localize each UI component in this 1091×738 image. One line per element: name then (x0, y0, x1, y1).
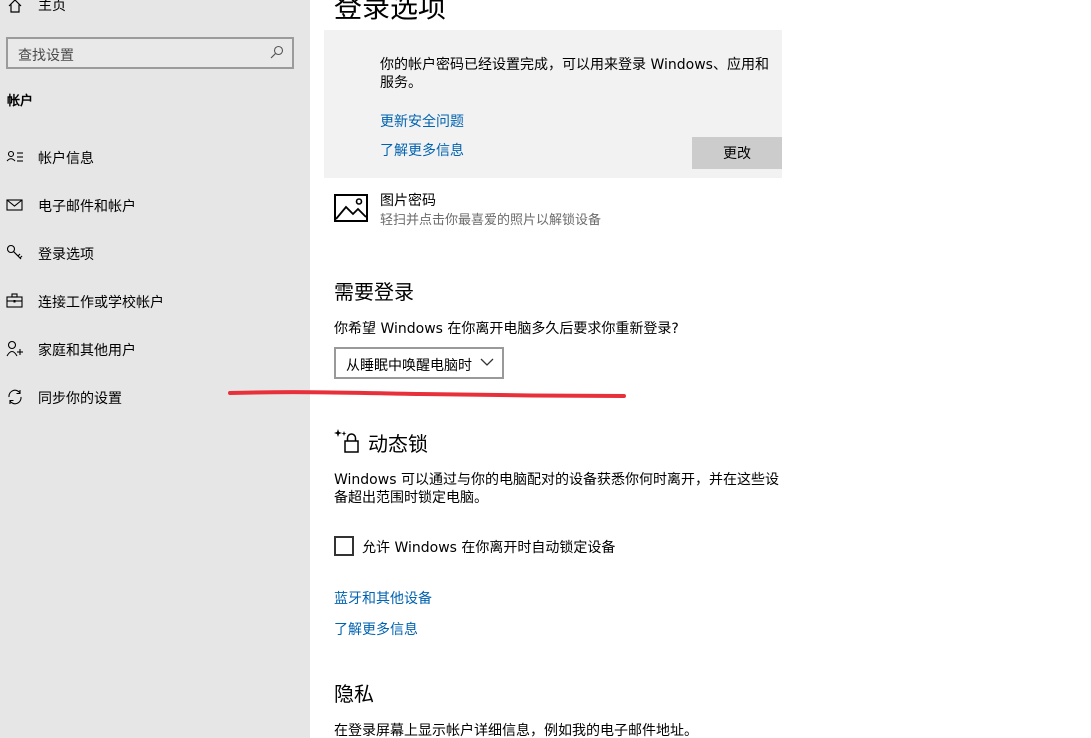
learn-more-link[interactable]: 了解更多信息 (380, 140, 464, 160)
sidebar-item-email[interactable]: 电子邮件和帐户 (0, 185, 310, 225)
sidebar-item-label: 同步你的设置 (38, 391, 122, 407)
password-panel: 你的帐户密码已经设置完成，可以用来登录 Windows、应用和服务。 更新安全问… (324, 30, 782, 178)
sidebar-item-signin-options[interactable]: 登录选项 (0, 233, 310, 273)
sync-icon (8, 389, 22, 405)
dynamic-lock-description: Windows 可以通过与你的电脑配对的设备获悉你何时离开，并在这些设备超出范围… (334, 472, 779, 506)
main-content: 登录选项 你的帐户密码已经设置完成，可以用来登录 Windows、应用和服务。 … (310, 0, 1091, 738)
sidebar-item-label: 帐户信息 (38, 151, 94, 167)
picture-password-description: 轻扫并点击你最喜爱的照片以解锁设备 (380, 213, 602, 228)
add-user-icon (6, 340, 23, 357)
sidebar-item-family[interactable]: 家庭和其他用户 (0, 329, 310, 369)
require-signin-heading: 需要登录 (334, 280, 414, 304)
sidebar-item-work-school[interactable]: 连接工作或学校帐户 (0, 281, 310, 321)
update-security-questions-link[interactable]: 更新安全问题 (380, 111, 464, 131)
sidebar-item-label: 家庭和其他用户 (38, 343, 136, 359)
require-signin-dropdown[interactable]: 从睡眠中唤醒电脑时 (334, 347, 504, 379)
dynamic-lock-icon (334, 429, 359, 453)
sidebar-home-label: 主页 (38, 0, 66, 14)
mail-icon (6, 199, 23, 211)
dropdown-value: 从睡眠中唤醒电脑时 (346, 358, 472, 374)
picture-password-title[interactable]: 图片密码 (380, 190, 436, 210)
search-input[interactable]: 查找设置 (6, 37, 294, 69)
auto-lock-checkbox[interactable] (334, 536, 354, 556)
search-icon[interactable] (270, 45, 284, 59)
sidebar-item-label: 连接工作或学校帐户 (38, 295, 164, 311)
sidebar-item-sync[interactable]: 同步你的设置 (0, 377, 310, 417)
key-icon (6, 244, 23, 260)
learn-more-link-2[interactable]: 了解更多信息 (334, 619, 418, 639)
sidebar-home[interactable]: 主页 (8, 0, 66, 16)
password-description: 你的帐户密码已经设置完成，可以用来登录 Windows、应用和服务。 (380, 57, 769, 91)
page-title: 登录选项 (334, 0, 447, 24)
account-info-icon (6, 150, 23, 162)
sidebar-item-label: 登录选项 (38, 247, 94, 263)
briefcase-icon (6, 293, 23, 308)
dynamic-lock-heading: 动态锁 (368, 432, 428, 456)
change-button[interactable]: 更改 (692, 137, 782, 169)
search-placeholder: 查找设置 (18, 48, 74, 64)
picture-icon (334, 194, 368, 222)
chevron-down-icon (480, 358, 494, 366)
sidebar-item-label: 电子邮件和帐户 (38, 199, 136, 215)
bluetooth-devices-link[interactable]: 蓝牙和其他设备 (334, 588, 432, 608)
section-label-accounts: 帐户 (7, 94, 34, 109)
sidebar-item-account-info[interactable]: 帐户信息 (0, 137, 310, 177)
require-signin-question: 你希望 Windows 在你离开电脑多久后要求你重新登录? (334, 321, 679, 337)
privacy-description: 在登录屏幕上显示帐户详细信息，例如我的电子邮件地址。 (334, 723, 698, 738)
sidebar: 主页 查找设置 帐户 帐户信息 电子邮件和帐户 登录选项 连接工作或学校帐户 家… (0, 0, 310, 738)
home-icon (8, 0, 22, 13)
auto-lock-checkbox-label[interactable]: 允许 Windows 在你离开时自动锁定设备 (362, 537, 615, 557)
privacy-heading: 隐私 (334, 682, 374, 706)
